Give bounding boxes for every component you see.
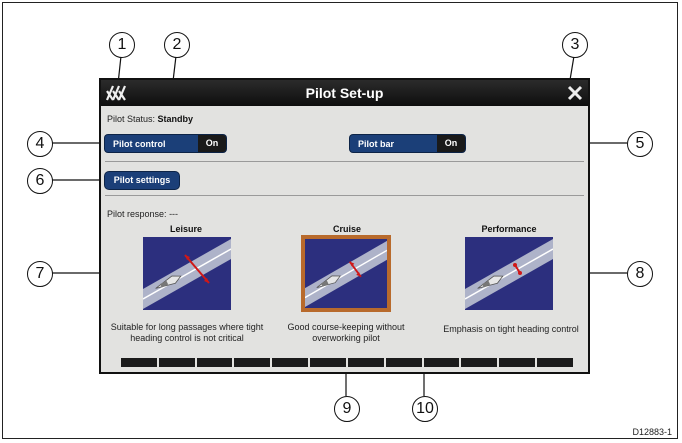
mode-desc-line: heading control is not critical xyxy=(130,333,244,343)
mode-cruise-image[interactable] xyxy=(301,235,391,312)
scale-segment[interactable] xyxy=(158,358,195,367)
pilot-status: Pilot Status: Standby xyxy=(107,114,193,124)
scale-segment[interactable] xyxy=(121,358,157,367)
mode-title-performance: Performance xyxy=(481,224,537,234)
scale-segment[interactable] xyxy=(385,358,422,367)
callout-3: 3 xyxy=(562,32,588,58)
scale-segment[interactable] xyxy=(499,358,536,367)
pilot-response-label: Pilot response: xyxy=(107,209,167,219)
scale-segment[interactable] xyxy=(423,358,460,367)
callout-8: 8 xyxy=(627,261,653,287)
pilot-control-label: Pilot control xyxy=(113,139,166,149)
pilot-status-value: Standby xyxy=(157,114,194,124)
callout-10: 10 xyxy=(412,396,438,422)
divider xyxy=(105,161,584,162)
pilot-response-value: --- xyxy=(169,209,179,219)
callout-1: 1 xyxy=(109,32,135,58)
mode-desc-line: Good course-keeping without xyxy=(287,322,405,332)
pilot-bar-label: Pilot bar xyxy=(358,139,395,149)
pilot-settings-button[interactable]: Pilot settings xyxy=(105,172,179,189)
pilot-bar-value: On xyxy=(437,135,465,152)
divider xyxy=(105,195,584,196)
document-code: D12883-1 xyxy=(632,427,672,437)
callout-5: 5 xyxy=(627,131,653,157)
callout-6: 6 xyxy=(27,168,53,194)
pilot-status-label: Pilot Status: xyxy=(107,114,156,124)
mode-desc-cruise: Good course-keeping without overworking … xyxy=(271,322,421,344)
mode-performance-image[interactable] xyxy=(465,237,553,310)
mode-title-cruise: Cruise xyxy=(332,224,361,234)
mode-desc-line: overworking pilot xyxy=(312,333,380,343)
close-x-icon[interactable] xyxy=(566,83,584,103)
scale-segment[interactable] xyxy=(347,358,384,367)
pilot-setup-dialog: Pilot Set-up Pilot Status: Standby Pilot… xyxy=(99,78,590,374)
mode-desc-line: Suitable for long passages where tight xyxy=(110,322,264,332)
scale-segment[interactable] xyxy=(310,358,346,367)
response-scale-bar[interactable] xyxy=(121,358,573,367)
callout-9: 9 xyxy=(334,396,360,422)
scale-segment[interactable] xyxy=(537,358,573,367)
scale-segment[interactable] xyxy=(461,358,498,367)
mode-desc-performance: Emphasis on tight heading control xyxy=(431,324,588,335)
dialog-title: Pilot Set-up xyxy=(305,85,384,101)
scale-segment[interactable] xyxy=(196,358,233,367)
scale-segment[interactable] xyxy=(234,358,271,367)
pilot-response: Pilot response: --- xyxy=(107,209,178,219)
callout-7: 7 xyxy=(27,261,53,287)
mode-desc-leisure: Suitable for long passages where tight h… xyxy=(106,322,268,344)
mode-title-leisure: Leisure xyxy=(169,224,202,234)
title-bar: Pilot Set-up xyxy=(101,80,588,106)
pilot-bar-toggle[interactable]: Pilot bar On xyxy=(350,135,465,152)
pilot-control-toggle[interactable]: Pilot control On xyxy=(105,135,226,152)
callout-4: 4 xyxy=(27,131,53,157)
mode-leisure-image[interactable] xyxy=(143,237,231,310)
mode-desc-line: Emphasis on tight heading control xyxy=(443,324,579,334)
pilot-control-value: On xyxy=(198,135,226,152)
callout-2: 2 xyxy=(164,32,190,58)
scale-segment[interactable] xyxy=(272,358,309,367)
